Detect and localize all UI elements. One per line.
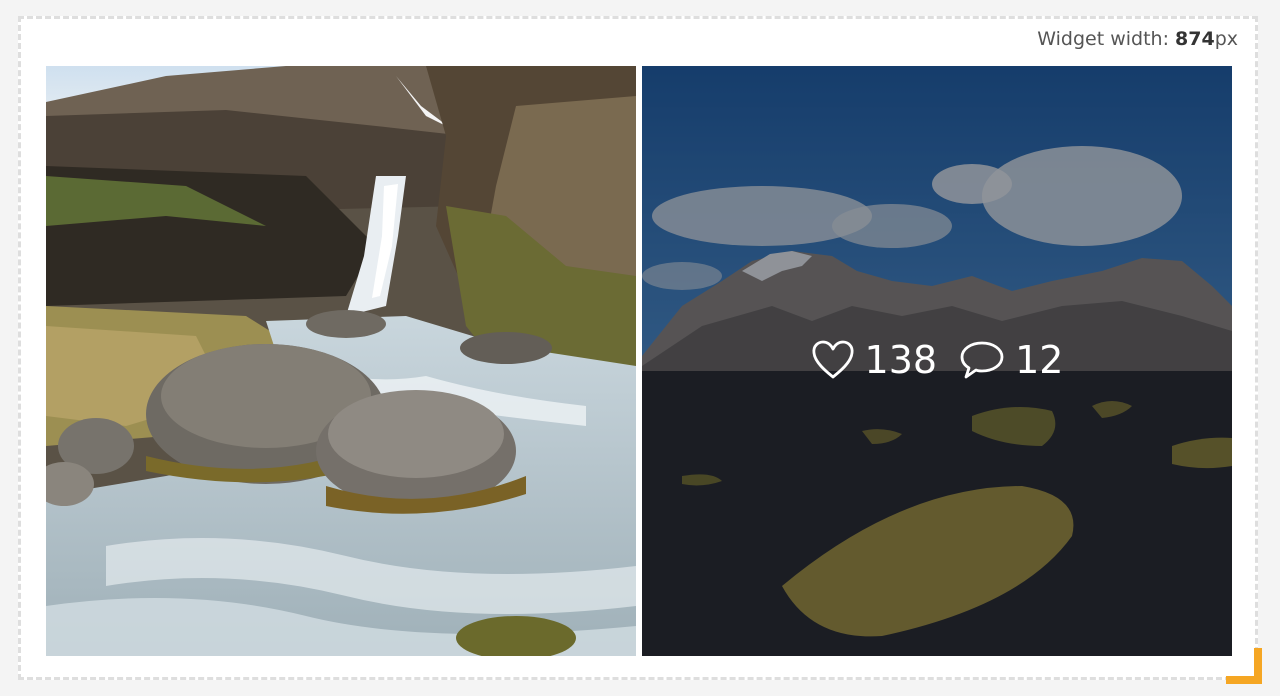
widget-width-readout: Widget width: 874px	[1037, 28, 1238, 50]
post-tile-mountain[interactable]: 138 12	[642, 66, 1232, 656]
post-stats: 138 12	[642, 338, 1232, 382]
comment-bubble-icon	[960, 341, 1004, 379]
post-tile-waterfall[interactable]	[46, 66, 636, 656]
comments-stat[interactable]: 12	[959, 338, 1063, 382]
heart-icon	[812, 340, 854, 379]
waterfall-photo	[46, 66, 636, 656]
likes-count: 138	[864, 338, 938, 382]
resize-handle-icon[interactable]	[1226, 648, 1262, 684]
widget-width-value: 874	[1175, 28, 1215, 50]
likes-stat[interactable]: 138	[811, 338, 938, 382]
widget-width-unit: px	[1214, 28, 1238, 50]
resize-handle-horizontal	[1226, 676, 1262, 684]
widget-width-label: Widget width:	[1037, 28, 1176, 50]
comments-count: 12	[1015, 338, 1064, 382]
